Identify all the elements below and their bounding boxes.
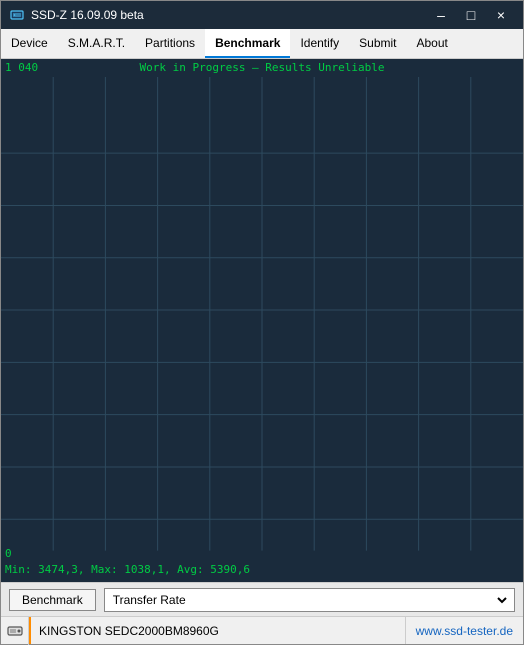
bottom-toolbar: Benchmark Transfer Rate IOPS Access Time (1, 582, 523, 616)
chart-area: 1 040 Work in Progress – Results Unrelia… (1, 59, 523, 582)
website-label: www.ssd-tester.de (406, 624, 523, 638)
menu-item-submit[interactable]: Submit (349, 29, 406, 58)
window-title: SSD-Z 16.09.09 beta (31, 8, 144, 22)
main-window: SSD-Z 16.09.09 beta – □ × Device S.M.A.R… (0, 0, 524, 645)
maximize-button[interactable]: □ (457, 4, 485, 26)
menu-item-benchmark[interactable]: Benchmark (205, 29, 290, 58)
transfer-rate-select[interactable]: Transfer Rate IOPS Access Time (109, 589, 510, 611)
chart-grid (1, 59, 523, 582)
menu-item-about[interactable]: About (407, 29, 458, 58)
y-axis-bottom-label: 0 (5, 547, 12, 560)
menu-bar: Device S.M.A.R.T. Partitions Benchmark I… (1, 29, 523, 59)
chart-title: Work in Progress – Results Unreliable (139, 61, 384, 74)
menu-item-partitions[interactable]: Partitions (135, 29, 205, 58)
window-controls: – □ × (427, 4, 515, 26)
menu-item-identify[interactable]: Identify (290, 29, 349, 58)
minimize-button[interactable]: – (427, 4, 455, 26)
title-bar-left: SSD-Z 16.09.09 beta (9, 7, 144, 23)
main-content: 1 040 Work in Progress – Results Unrelia… (1, 59, 523, 616)
title-bar: SSD-Z 16.09.09 beta – □ × (1, 1, 523, 29)
benchmark-button[interactable]: Benchmark (9, 589, 96, 611)
close-button[interactable]: × (487, 4, 515, 26)
status-bar: KINGSTON SEDC2000BM8960G www.ssd-tester.… (1, 616, 523, 644)
chart-stats: Min: 3474,3, Max: 1038,1, Avg: 5390,6 (5, 563, 250, 576)
app-icon (9, 7, 25, 23)
drive-name: KINGSTON SEDC2000BM8960G (29, 617, 406, 644)
transfer-rate-dropdown[interactable]: Transfer Rate IOPS Access Time (104, 588, 515, 612)
menu-item-device[interactable]: Device (1, 29, 58, 58)
menu-item-smart[interactable]: S.M.A.R.T. (58, 29, 135, 58)
drive-icon (1, 617, 29, 645)
y-axis-top-label: 1 040 (5, 61, 38, 74)
